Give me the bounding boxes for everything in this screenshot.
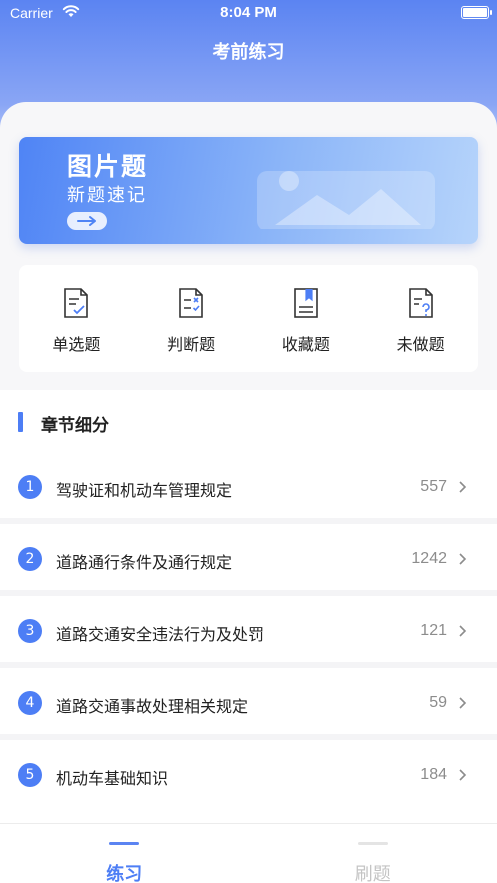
true-false-icon	[179, 288, 203, 318]
section-accent-bar	[18, 412, 23, 432]
section-title: 章节细分	[41, 416, 109, 436]
tab-label: 练习	[106, 864, 143, 883]
chapter-row[interactable]: 3 道路交通安全违法行为及处罚 121	[0, 596, 497, 668]
unanswered-button[interactable]: 未做题	[363, 265, 478, 372]
chapter-count: 121	[420, 622, 447, 639]
chapter-row[interactable]: 2 道路通行条件及通行规定 1242	[0, 524, 497, 596]
page-title: 考前练习	[212, 42, 285, 63]
chapter-section: 章节细分 1 驾驶证和机动车管理规定 557 2 道路通行条件及通行规定 124…	[0, 390, 497, 830]
single-choice-label: 单选题	[52, 335, 101, 354]
chapter-row[interactable]: 5 机动车基础知识 184	[0, 740, 497, 812]
chapter-count: 59	[429, 694, 447, 711]
question-type-panel: 单选题 判断题 收藏题 未做题	[19, 265, 478, 372]
chapter-number: 2	[18, 547, 42, 571]
chapter-number: 3	[18, 619, 42, 643]
tab-indicator	[109, 842, 140, 845]
unanswered-label: 未做题	[396, 335, 445, 354]
chevron-right-icon	[459, 481, 467, 493]
single-choice-button[interactable]: 单选题	[19, 265, 134, 372]
arrow-right-icon[interactable]	[67, 212, 107, 230]
banner-subtitle: 新题速记	[67, 185, 147, 206]
true-false-label: 判断题	[167, 335, 216, 354]
picture-illustration-icon	[257, 171, 435, 229]
chapter-count: 184	[420, 766, 447, 783]
picture-question-banner[interactable]: 图片题 新题速记	[19, 137, 478, 244]
chapter-number: 5	[18, 763, 42, 787]
chevron-right-icon	[459, 769, 467, 781]
tab-bar: 练习 刷题	[0, 823, 497, 883]
chapter-row[interactable]: 4 道路交通事故处理相关规定 59	[0, 668, 497, 740]
chapter-number: 1	[18, 475, 42, 499]
unanswered-icon	[408, 288, 433, 318]
status-time: 8:04 PM	[220, 4, 277, 21]
chevron-right-icon	[459, 553, 467, 565]
tab-drill[interactable]: 刷题	[249, 824, 497, 883]
banner-title: 图片题	[67, 152, 149, 181]
bookmarked-button[interactable]: 收藏题	[249, 265, 364, 372]
single-choice-icon	[64, 288, 89, 318]
bookmark-icon	[294, 288, 318, 318]
bookmarked-label: 收藏题	[281, 335, 330, 354]
chapter-name: 驾驶证和机动车管理规定	[56, 481, 233, 500]
chapter-count: 557	[420, 478, 447, 495]
tab-practice[interactable]: 练习	[0, 824, 249, 883]
chapter-name: 道路交通事故处理相关规定	[56, 697, 249, 716]
true-false-button[interactable]: 判断题	[134, 265, 249, 372]
chapter-name: 机动车基础知识	[56, 769, 169, 788]
chevron-right-icon	[459, 625, 467, 637]
tab-indicator	[357, 842, 388, 845]
battery-icon	[461, 6, 492, 19]
status-bar: Carrier 8:04 PM	[0, 0, 497, 26]
chevron-right-icon	[459, 697, 467, 709]
chapter-name: 道路通行条件及通行规定	[56, 553, 233, 572]
chapter-row[interactable]: 1 驾驶证和机动车管理规定 557	[0, 452, 497, 524]
tab-label: 刷题	[354, 864, 391, 883]
chapter-number: 4	[18, 691, 42, 715]
chapter-count: 1242	[411, 550, 447, 567]
chapter-name: 道路交通安全违法行为及处罚	[56, 625, 265, 644]
